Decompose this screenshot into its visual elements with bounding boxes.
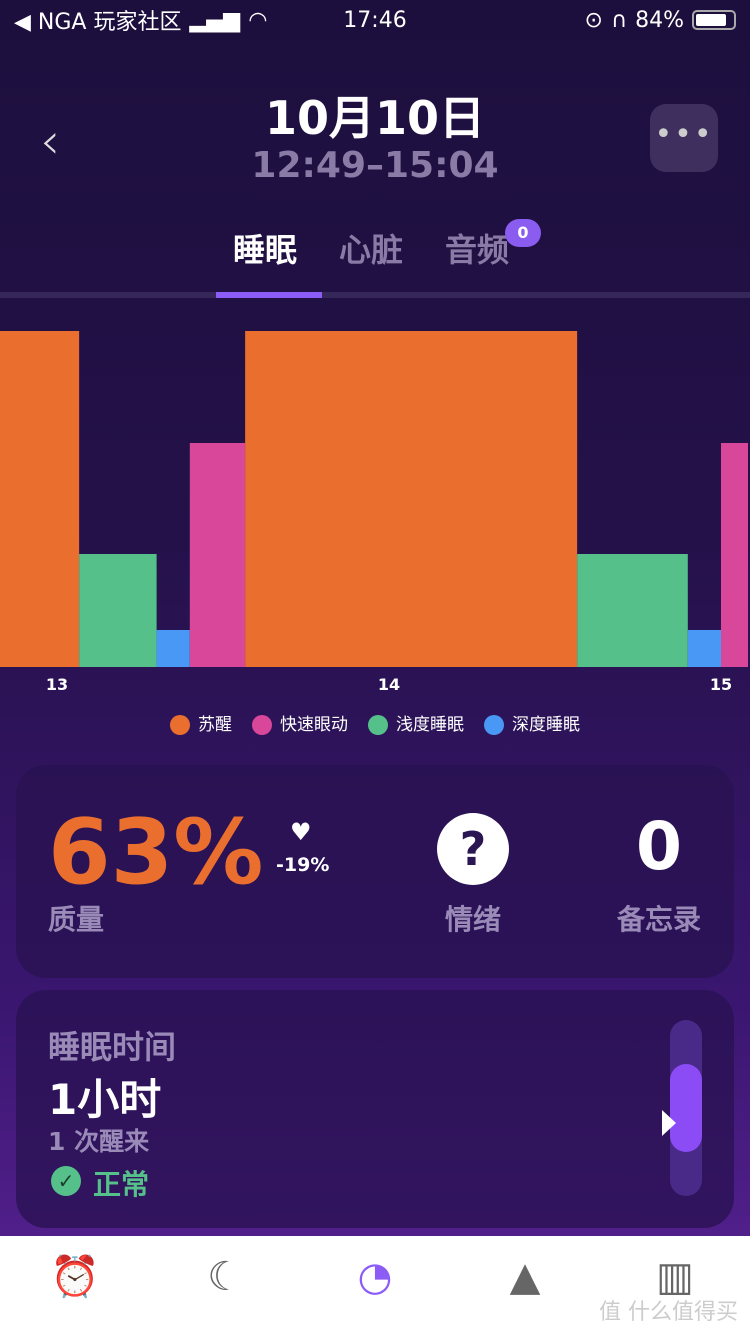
quality-label: 质量 [48,903,105,936]
legend-dot [170,715,190,735]
legend-item: 浅度睡眠 [368,710,464,735]
legend-dot [252,715,272,735]
page-title: 10月10日 [264,91,486,145]
card-slider-thumb[interactable] [670,1064,702,1152]
tab-indicator [216,292,322,298]
legend-item: 深度睡眠 [484,710,580,735]
stage-bar [156,630,190,667]
tab-divider [0,292,750,298]
sleep-duration: 1小时 [48,1075,162,1124]
stage-bar [721,443,748,667]
memo-label: 备忘录 [617,903,702,936]
check-icon: ✓ [51,1166,81,1196]
quality-delta: -19% [276,854,330,876]
sleep-time-label: 睡眠时间 [48,1028,177,1066]
stage-bar [577,554,688,667]
stage-bar [189,443,246,667]
legend-label: 浅度睡眠 [396,715,464,735]
legend-item: 苏醒 [170,710,232,735]
sleep-stage-chart: 13 14 15 [0,331,748,694]
stage-bar [79,554,157,667]
mood-label: 情绪 [445,903,502,936]
tab-audio[interactable]: 音频 [445,225,509,271]
play-arrow-icon[interactable] [662,1110,676,1136]
legend-dot [368,715,388,735]
watermark: 值 什么值得买 [599,1300,738,1325]
legend-label: 快速眼动 [280,715,348,735]
heart-icon: ♥ [290,818,312,846]
chart-legend: 苏醒 快速眼动 浅度睡眠 深度睡眠 [0,710,750,735]
memo-count[interactable]: 0 [636,808,682,885]
stage-bar [0,331,80,667]
legend-label: 苏醒 [198,715,232,735]
x-tick-label: 14 [378,675,400,694]
legend-dot [484,715,504,735]
x-tick-label: 13 [46,675,68,694]
alarm-icon[interactable]: ⏰ [48,1250,102,1304]
legend-label: 深度睡眠 [512,715,580,735]
quality-value: 63% [48,800,264,905]
more-button[interactable]: ••• [650,104,718,172]
audio-badge: 0 [505,219,541,247]
wakeup-count: 1 次醒来 [48,1127,150,1156]
legend-item: 快速眼动 [252,710,348,735]
x-tick-label: 15 [710,675,732,694]
tab-sleep[interactable]: 睡眠 [233,225,297,271]
sleep-status: 正常 [93,1168,150,1201]
sleep-music-icon[interactable]: ☾ [198,1250,252,1304]
stage-bar [687,630,721,667]
tab-heart[interactable]: 心脏 [339,225,403,271]
sleep-tracker-icon[interactable]: ◔ [348,1250,402,1304]
time-range: 12:49–15:04 [251,145,499,186]
clock: 17:46 [343,8,407,33]
stage-bar [245,331,578,667]
mountain-icon[interactable]: ▲ [498,1250,552,1304]
mood-button[interactable]: ? [437,813,509,885]
status-bar: ◀ NGA 玩家社区 ▂▄▆ ◠ 17:46 ⊙ ∩ 84% [0,0,750,40]
